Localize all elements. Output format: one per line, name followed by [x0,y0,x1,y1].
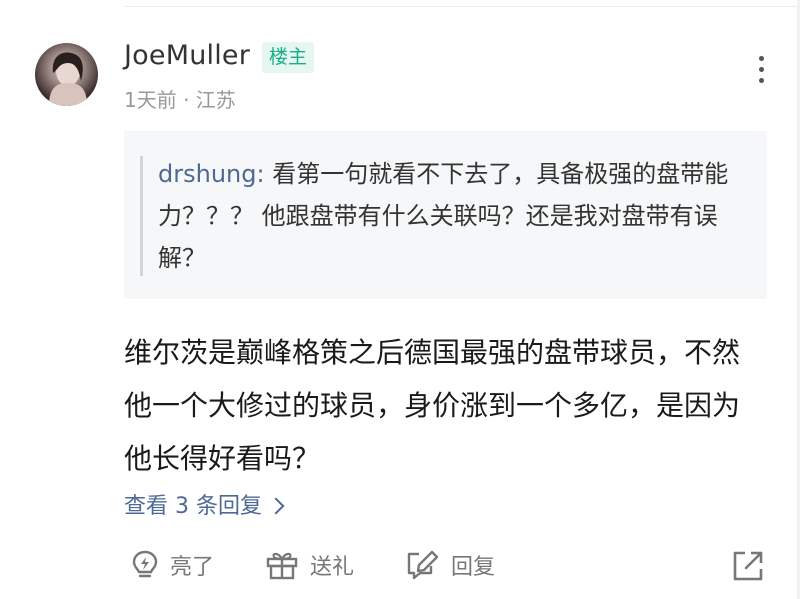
share-icon[interactable] [731,549,765,583]
avatar[interactable] [35,43,98,106]
quote-author[interactable]: drshung: [158,160,265,188]
time-location: 1天前 · 江苏 [124,88,236,112]
gift-button[interactable]: 送礼 [264,545,354,585]
chevron-right-icon [267,497,285,515]
gift-label: 送礼 [310,555,355,580]
reply-label: 回复 [451,555,496,580]
like-label: 亮了 [170,555,215,580]
owner-badge: 楼主 [262,42,315,73]
quote-bar [140,156,143,276]
quoted-comment: drshung: 看第一句就看不下去了，具备极强的盘带能力？？？ 他跟盘带有什么… [124,131,767,299]
reply-button[interactable]: 回复 [405,545,495,585]
quote-text: drshung: 看第一句就看不下去了，具备极强的盘带能力？？？ 他跟盘带有什么… [158,153,748,279]
share-arrow-graphic [733,551,763,581]
edit-icon [407,550,439,580]
more-icon[interactable] [751,56,771,96]
gift-icon [266,552,298,580]
author-name[interactable]: JoeMuller [124,40,250,71]
like-button[interactable]: 亮了 [130,545,214,585]
view-replies-link[interactable]: 查看 3 条回复 [124,488,285,520]
comment-card: JoeMuller 楼主 1天前 · 江苏 drshung: 看第一句就看不下去… [0,0,800,599]
avatar-image [49,52,87,106]
view-replies-label: 查看 3 条回复 [124,494,262,519]
comment-body: 维尔茨是巅峰格策之后德国最强的盘带球员，不然他一个大修过的球员，身价涨到一个多亿… [124,336,741,475]
top-divider [124,6,800,7]
lightbulb-icon [132,550,158,578]
